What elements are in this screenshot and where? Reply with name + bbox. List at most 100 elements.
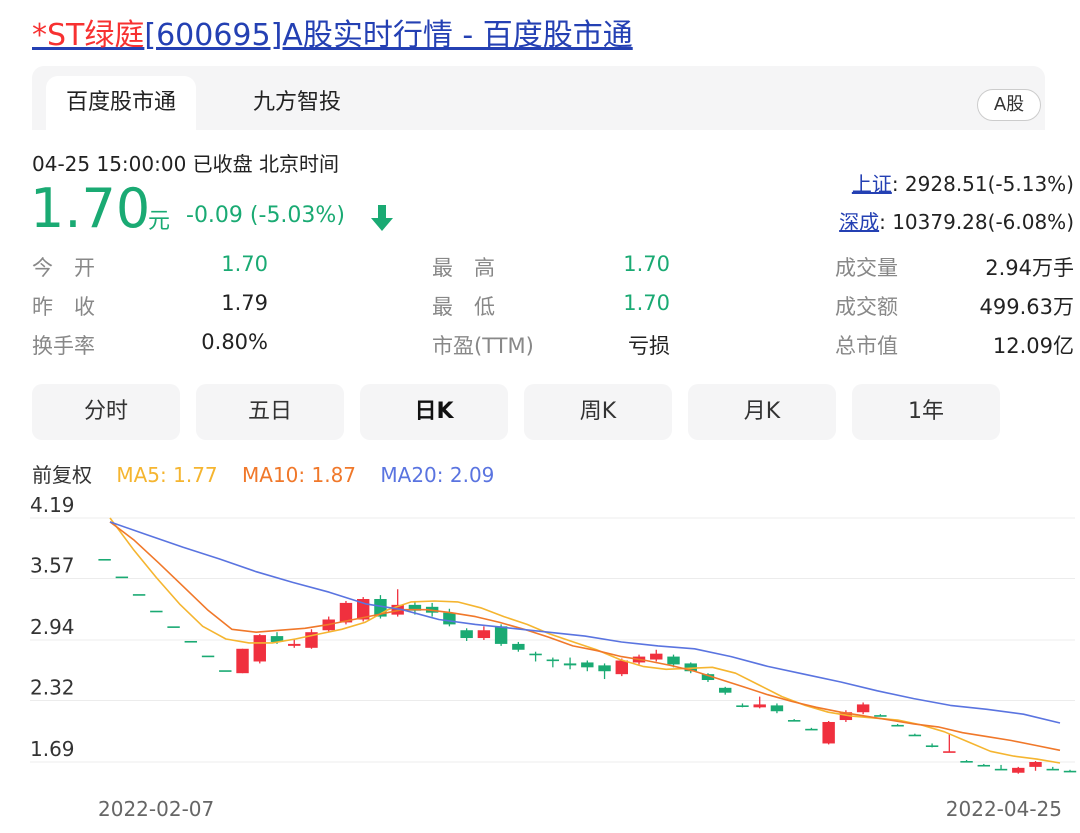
stat-pe-label: 市盈(TTM) (432, 334, 534, 358)
legend-ma20: MA20: 2.09 (380, 463, 495, 487)
candle (391, 589, 404, 617)
legend-adjust-mode[interactable]: 前复权 (32, 463, 92, 487)
candle (150, 610, 163, 613)
candle (546, 657, 560, 668)
candle-body (805, 728, 818, 731)
candle-body (150, 610, 163, 613)
y-tick-label: 2.32 (30, 676, 75, 700)
price-unit: 元 (148, 209, 171, 234)
kline-chart[interactable]: 4.19 3.57 2.94 2.32 1.69 2022-02-07 2022-04-25 (0, 490, 1080, 833)
candle-body (770, 705, 784, 712)
stat-amount-label: 成交额 (835, 295, 898, 319)
candle (925, 743, 939, 748)
candle (219, 670, 232, 672)
quote-card-header: 百度股市通 九方智投 A股 (32, 66, 1045, 130)
candle (563, 657, 577, 670)
candle (908, 733, 922, 737)
candle-body (994, 768, 1008, 771)
candle (132, 594, 146, 596)
index-shenzhen-link[interactable]: 深成 (839, 210, 879, 234)
quote-time-status: 04-25 15:00:00 已收盘 北京时间 (32, 152, 340, 176)
candle-body (856, 704, 870, 713)
candle (115, 576, 129, 579)
candle-body (650, 653, 663, 660)
candle-body (719, 687, 732, 693)
candle (977, 763, 991, 767)
candle-body (925, 745, 939, 748)
candle-body (736, 705, 749, 707)
candle-body (787, 720, 801, 722)
candle-body (667, 656, 680, 665)
period-tab-weekly-k[interactable]: 周K (524, 384, 672, 440)
index-shanghai-link[interactable]: 上证 (852, 172, 892, 196)
candle (201, 655, 215, 658)
index-shanghai-value: : 2928.51(-5.13%) (891, 172, 1074, 196)
period-tab-intraday[interactable]: 分时 (32, 384, 180, 440)
candle (822, 721, 835, 745)
stat-open-label: 今 开 (32, 256, 95, 280)
period-tab-one-year[interactable]: 1年 (852, 384, 1000, 440)
period-tab-monthly-k[interactable]: 月K (688, 384, 836, 440)
period-tab-five-day[interactable]: 五日 (196, 384, 344, 440)
candle-body (167, 626, 180, 628)
candle (805, 727, 818, 731)
stat-turnover-label: 换手率 (32, 334, 95, 358)
candle-body (529, 653, 542, 656)
period-tab-daily-k[interactable]: 日K (360, 384, 508, 440)
candle (477, 626, 491, 640)
candle-body (1046, 768, 1059, 771)
candle-body (236, 648, 249, 674)
stat-amount-value: 499.63万 (979, 295, 1074, 319)
candle-body (184, 640, 198, 643)
stat-high-value: 1.70 (623, 252, 670, 276)
candle-body (494, 626, 508, 644)
candle (770, 703, 784, 714)
stat-low-label: 最 低 (432, 295, 495, 319)
current-price: 1.70 (30, 177, 151, 240)
candle (236, 648, 249, 674)
tab-jiufang-zhitou[interactable]: 九方智投 (242, 76, 352, 130)
index-shenzhen: 深成: 10379.28(-6.08%) (839, 206, 1074, 235)
candle (305, 629, 318, 649)
stat-volume-label: 成交量 (835, 256, 898, 280)
page-title-link[interactable]: *ST绿庭[600695]A股实时行情 - 百度股市通 (32, 10, 633, 54)
index-shenzhen-value: : 10379.28(-6.08%) (879, 210, 1074, 234)
candle (650, 649, 663, 662)
index-shanghai: 上证: 2928.51(-5.13%) (852, 168, 1074, 197)
candle (1046, 766, 1059, 771)
candle (736, 703, 749, 708)
candle-body (512, 643, 525, 650)
x-tick-label: 2022-02-07 (98, 797, 214, 821)
stat-turnover-value: 0.80% (201, 330, 268, 354)
candle (1063, 769, 1077, 773)
candle (874, 714, 887, 717)
ma-line-ma20 (109, 521, 1061, 724)
candle (167, 626, 180, 628)
candle-body (598, 665, 611, 672)
candle-body (98, 558, 111, 561)
tab-baidu-gushitong[interactable]: 百度股市通 (46, 76, 196, 130)
candle (598, 663, 611, 680)
y-tick-label: 4.19 (30, 493, 75, 517)
y-tick-label: 3.57 (30, 554, 75, 578)
legend-ma5: MA5: 1.77 (116, 463, 218, 487)
candle-body (132, 594, 146, 596)
candle-body (563, 663, 577, 666)
candle-body (288, 643, 301, 646)
candle (891, 723, 904, 727)
y-tick-label: 2.94 (30, 615, 75, 639)
stat-prev-close-value: 1.79 (221, 291, 268, 315)
candle-body (874, 715, 887, 717)
candle (512, 641, 525, 652)
stat-pe-value: 亏损 (628, 334, 670, 358)
candle-body (581, 662, 594, 668)
stat-market-cap-label: 总市值 (835, 334, 898, 358)
market-badge[interactable]: A股 (977, 89, 1041, 121)
candle-body (891, 724, 904, 727)
candle (1012, 766, 1025, 774)
stat-prev-close-label: 昨 收 (32, 295, 95, 319)
candle-body (443, 612, 456, 625)
candle (787, 719, 801, 722)
candle (98, 558, 111, 561)
price-change: -0.09 (-5.03%) (186, 203, 345, 228)
